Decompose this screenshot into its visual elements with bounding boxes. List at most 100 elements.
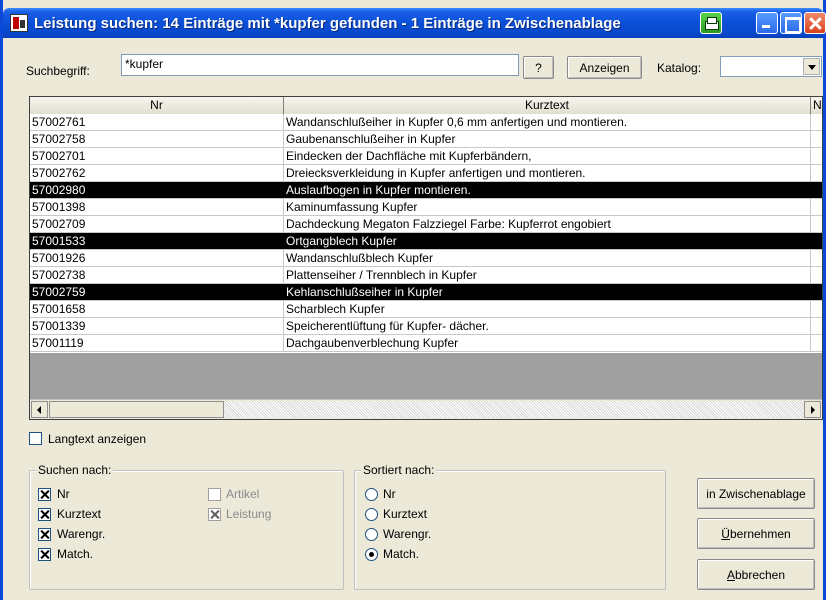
- cell-nr: 57002738: [30, 267, 284, 283]
- search-kurztext-label: Kurztext: [57, 507, 102, 521]
- table-row[interactable]: 57002701 Eindecken der Dachfläche mit Kup…: [30, 148, 822, 165]
- maximize-icon[interactable]: [780, 12, 802, 34]
- search-match-checkbox[interactable]: [38, 548, 51, 561]
- catalog-label: Katalog:: [657, 61, 702, 75]
- scrollbar-thumb[interactable]: [49, 401, 224, 418]
- table-row[interactable]: 57001533 Ortgangblech Kupfer: [30, 233, 822, 250]
- table-empty-area: [30, 353, 822, 399]
- table-row[interactable]: 57002709 Dachdeckung Megaton Falzziegel F…: [30, 216, 822, 233]
- table-row[interactable]: 57002762 Dreiecksverkleidung in Kupfer an…: [30, 165, 822, 182]
- sort-warengr-radio[interactable]: [365, 528, 378, 541]
- sort-match-label: Match.: [383, 547, 420, 561]
- table-row[interactable]: 57002738 Plattenseiher / Trennblech in Ku…: [30, 267, 822, 284]
- results-table[interactable]: Nr Kurztext Ne 57002761Wandanschlußeiher…: [29, 96, 823, 420]
- cell-nr: 57002761: [30, 114, 284, 130]
- cell-kurztext: Eindecken der Dachfläche mit Kupferbände…: [284, 148, 811, 164]
- catalog-select[interactable]: [720, 56, 822, 77]
- search-artikel-label: Artikel: [226, 487, 260, 501]
- minimize-icon[interactable]: [756, 12, 778, 34]
- cancel-accelerator: A: [726, 567, 735, 582]
- table-row[interactable]: 57001926 Wandanschlußblech Kupfer: [30, 250, 822, 267]
- table-row[interactable]: 57002758 Gaubenanschlußeiher in Kupfer: [30, 131, 822, 148]
- cell-kurztext: Plattenseiher / Trennblech in Kupfer: [284, 267, 811, 283]
- table-row[interactable]: 57001658 Scharblech Kupfer: [30, 301, 822, 318]
- langtext-checkbox[interactable]: [29, 432, 42, 445]
- cell-nr: 57001658: [30, 301, 284, 317]
- search-nr-label: Nr: [57, 487, 70, 501]
- cancel-button[interactable]: Abbrechen: [697, 559, 815, 590]
- column-header-nr[interactable]: Nr: [30, 97, 284, 114]
- close-icon[interactable]: [804, 12, 826, 34]
- cell-ne: [811, 199, 822, 215]
- cell-nr: 57001533: [30, 233, 284, 249]
- search-artikel-checkbox: [208, 488, 221, 501]
- column-header-ne[interactable]: Ne: [811, 97, 822, 114]
- cell-kurztext: Ortgangblech Kupfer: [284, 233, 811, 249]
- search-leistung-label: Leistung: [226, 507, 272, 521]
- table-row[interactable]: 57002761 Wandanschlußeiher in Kupfer 0,6 …: [30, 114, 822, 131]
- cell-nr: 57001926: [30, 250, 284, 266]
- scroll-right-icon[interactable]: [804, 401, 821, 418]
- cell-kurztext: Gaubenanschlußeiher in Kupfer: [284, 131, 811, 147]
- help-button[interactable]: ?: [523, 56, 554, 79]
- langtext-label: Langtext anzeigen: [48, 432, 147, 446]
- cell-ne: [811, 216, 822, 232]
- search-by-group: Suchen nach: Nr Kurztext Warengr. Match.…: [29, 463, 344, 590]
- window-title: Leistung suchen: 14 Einträge mit *kupfer…: [34, 14, 621, 32]
- sort-warengr-label: Warengr.: [383, 527, 432, 541]
- table-row[interactable]: 57002980 Auslaufbogen in Kupfer montieren…: [30, 182, 822, 199]
- cell-kurztext: Speicherentlüftung für Kupfer- dächer.: [284, 318, 811, 334]
- cell-nr: 57002980: [30, 182, 284, 198]
- search-match-label: Match.: [57, 547, 94, 561]
- cell-nr: 57002709: [30, 216, 284, 232]
- cell-nr: 57001119: [30, 335, 284, 351]
- cell-nr: 57001398: [30, 199, 284, 215]
- sort-by-title: Sortiert nach:: [361, 463, 437, 477]
- search-by-title: Suchen nach:: [36, 463, 114, 477]
- show-button[interactable]: Anzeigen: [567, 56, 642, 79]
- sort-kurztext-radio[interactable]: [365, 508, 378, 521]
- horizontal-scrollbar[interactable]: [30, 399, 822, 419]
- scroll-left-icon[interactable]: [31, 401, 48, 418]
- print-icon[interactable]: [700, 12, 722, 34]
- cell-ne: [811, 335, 822, 351]
- cell-ne: [811, 233, 822, 249]
- cell-ne: [811, 284, 822, 300]
- apply-button[interactable]: Übernehmen: [697, 518, 815, 549]
- table-row[interactable]: 57001398 Kaminumfassung Kupfer: [30, 199, 822, 216]
- search-kurztext-checkbox[interactable]: [38, 508, 51, 521]
- cell-ne: [811, 148, 822, 164]
- search-warengr-checkbox[interactable]: [38, 528, 51, 541]
- cell-nr: 57001339: [30, 318, 284, 334]
- table-row[interactable]: 57001119 Dachgaubenverblechung Kupfer: [30, 335, 822, 352]
- cell-ne: [811, 165, 822, 181]
- sort-kurztext-label: Kurztext: [383, 507, 428, 521]
- cell-ne: [811, 301, 822, 317]
- title-bar[interactable]: Leistung suchen: 14 Einträge mit *kupfer…: [3, 8, 826, 38]
- search-input[interactable]: *kupfer: [121, 54, 519, 76]
- cell-kurztext: Wandanschlußblech Kupfer: [284, 250, 811, 266]
- cell-kurztext: Kaminumfassung Kupfer: [284, 199, 811, 215]
- search-dialog-window: Leistung suchen: 14 Einträge mit *kupfer…: [0, 0, 826, 600]
- table-row[interactable]: 57002759 Kehlanschlußseiher in Kupfer: [30, 284, 822, 301]
- table-body: 57002761 Wandanschlußeiher in Kupfer 0,6 …: [30, 114, 822, 352]
- table-header: Nr Kurztext Ne: [30, 97, 822, 114]
- cell-nr: 57002759: [30, 284, 284, 300]
- sort-nr-radio[interactable]: [365, 488, 378, 501]
- search-nr-checkbox[interactable]: [38, 488, 51, 501]
- sort-match-radio[interactable]: [365, 548, 378, 561]
- table-row[interactable]: 57001339 Speicherentlüftung für Kupfer- d…: [30, 318, 822, 335]
- cell-ne: [811, 182, 822, 198]
- app-document-icon[interactable]: [10, 14, 28, 32]
- cell-kurztext: Dachgaubenverblechung Kupfer: [284, 335, 811, 351]
- cell-kurztext: Dreiecksverkleidung in Kupfer anfertigen…: [284, 165, 811, 181]
- column-header-kurztext[interactable]: Kurztext: [284, 97, 811, 114]
- chevron-down-icon[interactable]: [803, 58, 820, 75]
- cell-kurztext: Auslaufbogen in Kupfer montieren.: [284, 182, 811, 198]
- cell-ne: [811, 131, 822, 147]
- cell-kurztext: Scharblech Kupfer: [284, 301, 811, 317]
- cell-kurztext: Kehlanschlußseiher in Kupfer: [284, 284, 811, 300]
- search-leistung-checkbox: [208, 508, 221, 521]
- to-clipboard-button[interactable]: in Zwischenablage: [697, 478, 815, 509]
- cell-kurztext: Wandanschlußeiher in Kupfer 0,6 mm anfer…: [284, 114, 811, 130]
